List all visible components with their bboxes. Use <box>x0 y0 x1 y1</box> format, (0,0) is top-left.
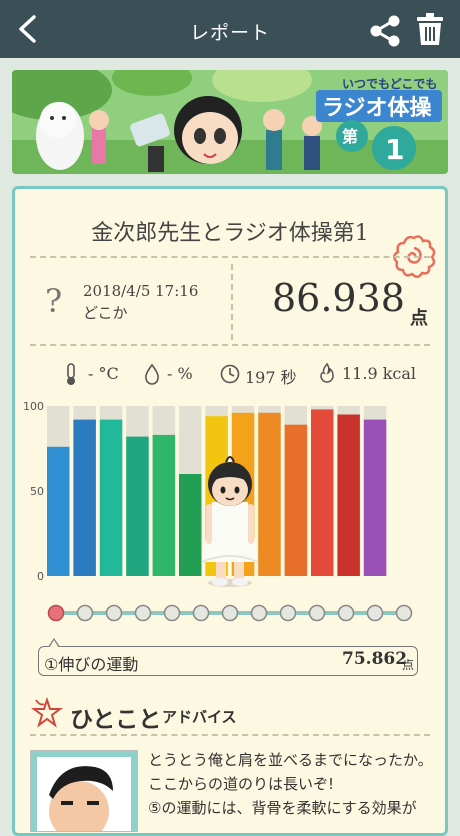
exercise-dot[interactable] <box>308 604 326 622</box>
humidity-value: - % <box>167 364 193 383</box>
exercise-dot-selected[interactable] <box>47 604 65 622</box>
banner-part-number: 1 <box>385 133 404 166</box>
exercise-dot[interactable] <box>76 604 94 622</box>
exercise-dot[interactable] <box>366 604 384 622</box>
chart-bar <box>126 436 149 576</box>
chart-bar <box>152 434 176 576</box>
divider <box>30 734 430 736</box>
humidity-stat: - % <box>143 363 193 385</box>
exercise-selector <box>47 604 413 622</box>
divider <box>30 256 430 258</box>
advice-text: とうとう俺と肩を並べるまでになったか。ここからの道のりは長いぞ! ⑤の運動には、… <box>148 748 438 820</box>
chart-tick-label: 100 <box>23 400 44 413</box>
advice-subtitle: アドバイス <box>162 708 237 726</box>
exercise-dot[interactable] <box>279 604 297 622</box>
chart-bar <box>99 419 123 576</box>
selector-pointer-fill <box>49 640 59 648</box>
weather-unknown-icon: ? <box>45 282 63 320</box>
temperature-value: - °C <box>88 364 119 383</box>
flame-icon <box>320 362 334 383</box>
sparkle-icon <box>31 696 63 728</box>
banner-part-prefix: 第 <box>342 127 358 146</box>
chart-bar <box>179 474 202 576</box>
advice-title: ひとこと <box>70 707 162 733</box>
score-unit: 点 <box>410 308 428 329</box>
thermometer-icon <box>67 363 75 385</box>
divider <box>30 344 430 346</box>
chart-bar <box>363 419 387 576</box>
chart-bar <box>337 414 360 576</box>
total-score: 86.938 <box>272 276 405 320</box>
advice-line: ⑤の運動には、背骨を柔軟にする効果が <box>148 799 417 817</box>
banner-program-name: ラジオ体操 <box>322 96 433 121</box>
banner-illustration: いつでもどこでも ラジオ体操 第 1 <box>12 70 448 174</box>
exercise-dot[interactable] <box>250 604 268 622</box>
banner-tagline: いつでもどこでも <box>342 77 437 91</box>
chart-bar <box>284 424 308 576</box>
duration-stat: 197 秒 <box>220 364 297 388</box>
trash-icon[interactable] <box>416 12 444 46</box>
chart-bar <box>258 412 281 576</box>
selected-exercise-score: 75.862 <box>342 649 408 669</box>
chart-bar <box>311 409 334 576</box>
exercise-dot[interactable] <box>395 604 413 622</box>
temperature-stat: - °C <box>64 363 119 385</box>
report-date: 2018/4/5 17:16 <box>83 282 199 300</box>
program-banner: いつでもどこでも ラジオ体操 第 1 <box>12 70 448 174</box>
teacher-avatar <box>31 751 137 831</box>
selected-exercise-unit: 点 <box>402 658 415 672</box>
exercise-dot[interactable] <box>134 604 152 622</box>
exercise-dot[interactable] <box>221 604 239 622</box>
chart-tick-label: 50 <box>30 485 44 498</box>
exercise-dot[interactable] <box>163 604 181 622</box>
report-location: どこか <box>83 304 128 322</box>
duration-value: 197 秒 <box>245 368 297 387</box>
advice-line: とうとう俺と肩を並べるまでになったか。ここからの道のりは長いぞ! <box>148 751 433 793</box>
chart-bar <box>73 419 96 576</box>
selected-exercise-name: ①伸びの運動 <box>44 655 139 674</box>
calorie-value: 11.9 kcal <box>342 364 417 383</box>
teacher-portrait <box>30 750 138 832</box>
calorie-stat: 11.9 kcal <box>318 362 417 383</box>
exercise-score-chart: 100 50 0 <box>23 400 387 587</box>
exercise-dot[interactable] <box>192 604 210 622</box>
exercise-dot[interactable] <box>105 604 123 622</box>
share-icon[interactable] <box>368 14 402 48</box>
top-bar: レポート <box>0 0 460 58</box>
water-drop-icon <box>145 363 159 385</box>
chart-tick-label: 0 <box>37 570 44 583</box>
exercise-dot[interactable] <box>337 604 355 622</box>
chart-bar <box>47 446 70 576</box>
clock-icon <box>220 364 240 384</box>
divider-vertical <box>231 264 233 340</box>
